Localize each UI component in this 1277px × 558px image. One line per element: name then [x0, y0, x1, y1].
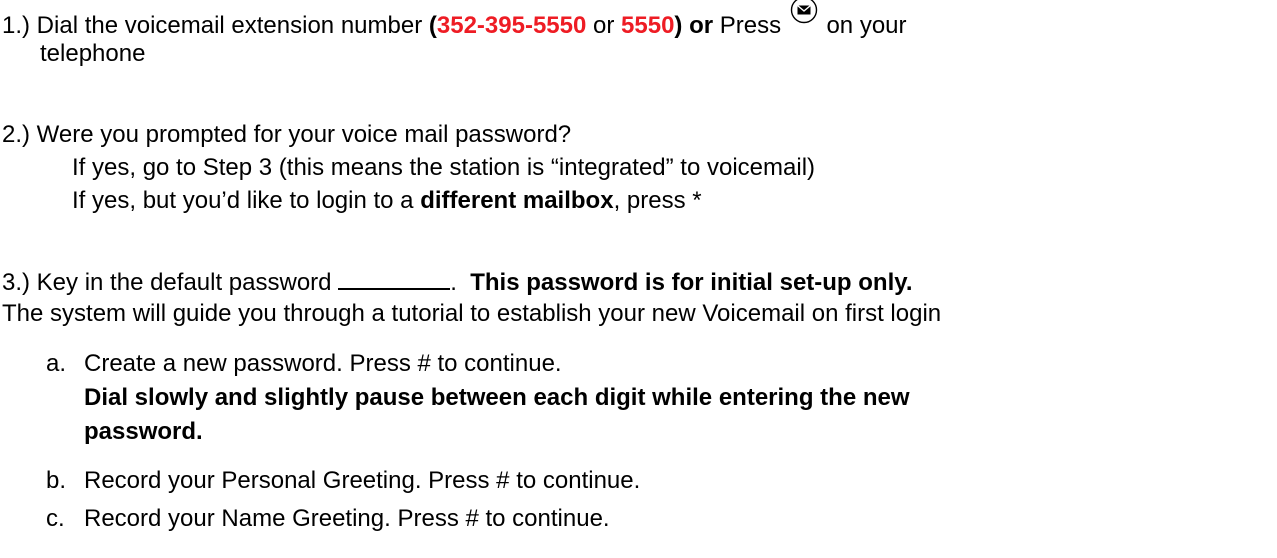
step2-different-mailbox: different mailbox — [420, 187, 614, 214]
list-item-text: Record your Personal Greeting. Press # t… — [84, 467, 641, 494]
step3-after-blank: . — [450, 269, 471, 296]
list-item-letter: a. — [46, 350, 67, 377]
step2-different-suffix: , press * — [613, 187, 702, 214]
step2-yes-different: If yes, but you’d like to login to a dif… — [72, 187, 702, 216]
step3-initial-setup-note: This password is for initial set-up only… — [470, 269, 913, 296]
step3-line1: 3.) Key in the default password . This p… — [2, 268, 912, 298]
dial-slowly-note-line2: password. — [84, 418, 203, 445]
dial-slowly-note-line1: Dial slowly and slightly pause between e… — [84, 384, 910, 411]
list-item: a. — [46, 350, 66, 379]
step1-close-or: ) or — [674, 12, 714, 39]
password-blank — [338, 268, 451, 290]
step2-yes-integrated: If yes, go to Step 3 (this means the sta… — [72, 154, 816, 181]
step2-question: 2.) Were you prompted for your voice mai… — [2, 121, 572, 148]
voicemail-number-full: 352-395-5550 — [436, 12, 587, 39]
list-item: c. — [46, 505, 65, 534]
list-item-text: Create a new password. Press # to contin… — [84, 350, 562, 377]
step2-different-prefix: If yes, but you’d like to login to a — [72, 187, 421, 214]
list-item-letter: c. — [46, 505, 65, 532]
step1-open-paren: ( — [428, 12, 437, 39]
step1-suffix: on your — [819, 12, 907, 39]
step3-tutorial-line: The system will guide you through a tuto… — [2, 300, 942, 327]
step1-press: Press — [713, 12, 788, 39]
step1-line1: 1.) Dial the voicemail extension number … — [2, 0, 907, 41]
step1-prefix: 1.) Dial the voicemail extension number — [2, 12, 429, 39]
step1-or: or — [586, 12, 622, 39]
list-item-text: Record your Name Greeting. Press # to co… — [84, 505, 610, 532]
list-item: b. — [46, 467, 66, 496]
step1-line2: telephone — [40, 40, 146, 67]
list-item-letter: b. — [46, 467, 67, 494]
envelope-icon — [790, 0, 818, 24]
step3-prefix: 3.) Key in the default password — [2, 269, 339, 296]
voicemail-number-short: 5550 — [621, 12, 675, 39]
